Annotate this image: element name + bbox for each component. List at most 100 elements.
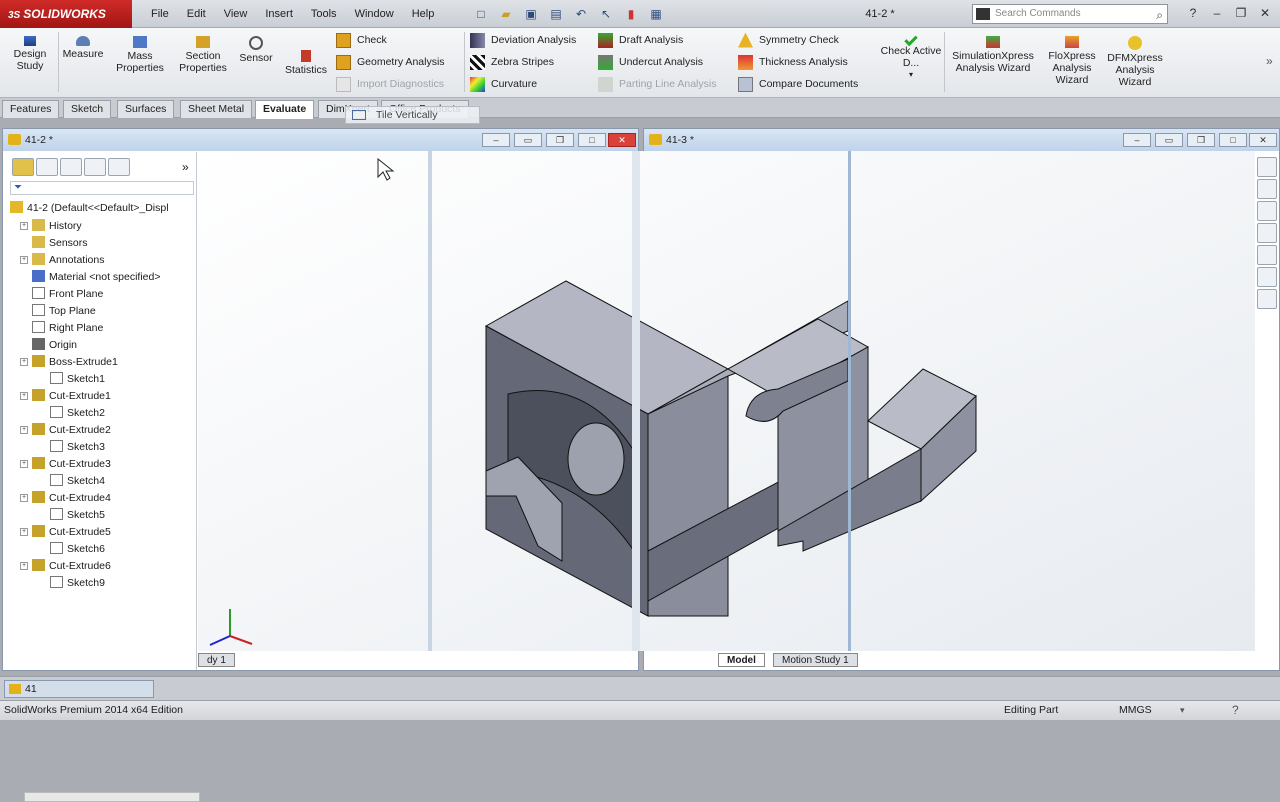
geometry-analysis-button[interactable]: Geometry Analysis — [336, 52, 445, 72]
minimize-window-icon[interactable]: – — [1123, 133, 1151, 147]
tree-node-right-plane[interactable]: Right Plane — [32, 320, 103, 336]
sensor-button[interactable]: Sensor — [236, 32, 276, 64]
tree-node-cut-extrude3[interactable]: + Cut-Extrude3 — [20, 456, 111, 472]
tab-model[interactable]: Model — [718, 653, 765, 667]
units-dropdown-icon[interactable]: ▾ — [1180, 701, 1185, 720]
search-icon[interactable]: ⌕ — [1156, 6, 1163, 24]
undo-icon[interactable]: ↶ — [570, 5, 592, 23]
close-window-icon[interactable]: ✕ — [1249, 133, 1277, 147]
file-properties-icon[interactable]: ▦ — [645, 5, 667, 23]
solidworks-logo[interactable]: 3S SOLIDWORKS — [0, 0, 132, 28]
expand-icon[interactable]: + — [20, 222, 28, 230]
parting-line-analysis-button[interactable]: Parting Line Analysis — [598, 74, 716, 94]
menu-help[interactable]: Help — [403, 8, 444, 20]
thickness-analysis-button[interactable]: Thickness Analysis — [738, 52, 848, 72]
display-manager-tab-icon[interactable] — [108, 158, 130, 176]
undercut-analysis-button[interactable]: Undercut Analysis — [598, 52, 703, 72]
draft-analysis-button[interactable]: Draft Analysis — [598, 30, 683, 50]
expand-icon[interactable]: + — [20, 392, 28, 400]
tree-node-origin[interactable]: Origin — [32, 337, 77, 353]
appearances-icon[interactable] — [1257, 245, 1277, 265]
tab-sketch[interactable]: Sketch — [63, 100, 112, 118]
tab-features[interactable]: Features — [2, 100, 60, 118]
close-icon[interactable]: ✕ — [1254, 4, 1276, 22]
tree-node-front-plane[interactable]: Front Plane — [32, 286, 103, 302]
dropdown-arrow-icon[interactable]: ▾ — [880, 69, 942, 81]
tree-node-sketch4[interactable]: Sketch4 — [50, 473, 105, 489]
tree-node-sketch1[interactable]: Sketch1 — [50, 371, 105, 387]
maximize-window-icon[interactable]: □ — [1219, 133, 1247, 147]
tab-sheet-metal[interactable]: Sheet Metal — [180, 100, 253, 118]
tree-node-cut-extrude2[interactable]: + Cut-Extrude2 — [20, 422, 111, 438]
file-explorer-icon[interactable] — [1257, 201, 1277, 221]
tree-filter-input[interactable]: ⏷ — [10, 181, 194, 195]
check-active-document-button[interactable]: Check Active D... ▾ — [880, 32, 942, 81]
expand-icon[interactable]: + — [20, 256, 28, 264]
deviation-analysis-button[interactable]: Deviation Analysis — [470, 30, 576, 50]
restore-window-icon[interactable]: ❐ — [1187, 133, 1215, 147]
dfmxpress-button[interactable]: DFMXpress Analysis Wizard — [1104, 32, 1166, 88]
minimize-icon[interactable]: – — [1206, 4, 1228, 22]
tree-node-cut-extrude5[interactable]: + Cut-Extrude5 — [20, 524, 111, 540]
expand-icon[interactable]: + — [20, 562, 28, 570]
open-folder-icon[interactable]: ▰ — [495, 5, 517, 23]
tree-node-sensors[interactable]: Sensors — [32, 235, 88, 251]
rebuild-icon[interactable]: ▮ — [620, 5, 642, 23]
feature-manager-tab-icon[interactable] — [12, 158, 34, 176]
restore-icon[interactable]: ❐ — [1230, 4, 1252, 22]
measure-button[interactable]: Measure — [58, 32, 108, 60]
tab-evaluate[interactable]: Evaluate — [255, 100, 315, 119]
statistics-button[interactable]: Statistics — [280, 46, 332, 76]
dimxpert-manager-tab-icon[interactable] — [84, 158, 106, 176]
expand-icon[interactable]: + — [20, 494, 28, 502]
tree-node-sketch2[interactable]: Sketch2 — [50, 405, 105, 421]
menu-tools[interactable]: Tools — [302, 8, 346, 20]
print-icon[interactable]: ▤ — [545, 5, 567, 23]
graphics-area[interactable] — [198, 151, 1255, 651]
horizontal-scrollbar[interactable] — [24, 792, 200, 802]
tree-node-sketch5[interactable]: Sketch5 — [50, 507, 105, 523]
status-units[interactable]: MMGS — [1119, 701, 1152, 720]
menu-window[interactable]: Window — [346, 8, 403, 20]
mass-properties-button[interactable]: Mass Properties — [110, 32, 170, 74]
document-window-left-titlebar[interactable]: 41-2 * – ▭ ❐ □ ✕ — [3, 129, 638, 151]
menu-file[interactable]: File — [142, 8, 178, 20]
expand-icon[interactable]: + — [20, 358, 28, 366]
minimized-document-41[interactable]: 41 — [4, 680, 154, 698]
tree-node-cut-extrude6[interactable]: + Cut-Extrude6 — [20, 558, 111, 574]
tree-node-sketch9[interactable]: Sketch9 — [50, 575, 105, 591]
simulationxpress-button[interactable]: SimulationXpress Analysis Wizard — [946, 32, 1040, 74]
help-status-icon[interactable]: ? — [1232, 701, 1239, 720]
left-motion-study-tab[interactable]: dy 1 — [198, 653, 235, 667]
tree-node-material-not-specified[interactable]: Material <not specified> — [32, 269, 160, 285]
tree-node-cut-extrude4[interactable]: + Cut-Extrude4 — [20, 490, 111, 506]
tree-node-cut-extrude1[interactable]: + Cut-Extrude1 — [20, 388, 111, 404]
more-commands-icon[interactable]: » — [1266, 54, 1273, 68]
compare-documents-button[interactable]: Compare Documents — [738, 74, 858, 94]
tree-node-boss-extrude1[interactable]: + Boss-Extrude1 — [20, 354, 118, 370]
custom-properties-icon[interactable] — [1257, 267, 1277, 287]
maximize-window-icon[interactable]: □ — [578, 133, 606, 147]
floxpress-button[interactable]: FloXpress Analysis Wizard — [1044, 32, 1100, 86]
zebra-stripes-button[interactable]: Zebra Stripes — [470, 52, 554, 72]
check-button[interactable]: Check — [336, 30, 387, 50]
curvature-button[interactable]: Curvature — [470, 74, 537, 94]
design-library-icon[interactable] — [1257, 179, 1277, 199]
expand-icon[interactable]: + — [20, 528, 28, 536]
task-pane-extra-icon[interactable] — [1257, 289, 1277, 309]
view-palette-icon[interactable] — [1257, 223, 1277, 243]
tree-node-history[interactable]: + History — [20, 218, 82, 234]
tile-window-icon[interactable]: ▭ — [1155, 133, 1183, 147]
help-icon[interactable]: ? — [1182, 4, 1204, 22]
select-icon[interactable]: ↖ — [595, 5, 617, 23]
tree-node-annotations[interactable]: + Annotations — [20, 252, 104, 268]
new-document-icon[interactable]: □ — [470, 5, 492, 23]
configuration-manager-tab-icon[interactable] — [60, 158, 82, 176]
property-manager-tab-icon[interactable] — [36, 158, 58, 176]
tab-surfaces[interactable]: Surfaces — [117, 100, 175, 118]
tree-node-top-plane[interactable]: Top Plane — [32, 303, 96, 319]
menu-insert[interactable]: Insert — [256, 8, 302, 20]
menu-view[interactable]: View — [215, 8, 257, 20]
search-commands-input[interactable]: Search Commands ⌕ — [972, 4, 1168, 24]
tab-motion-study-1[interactable]: Motion Study 1 — [773, 653, 858, 667]
